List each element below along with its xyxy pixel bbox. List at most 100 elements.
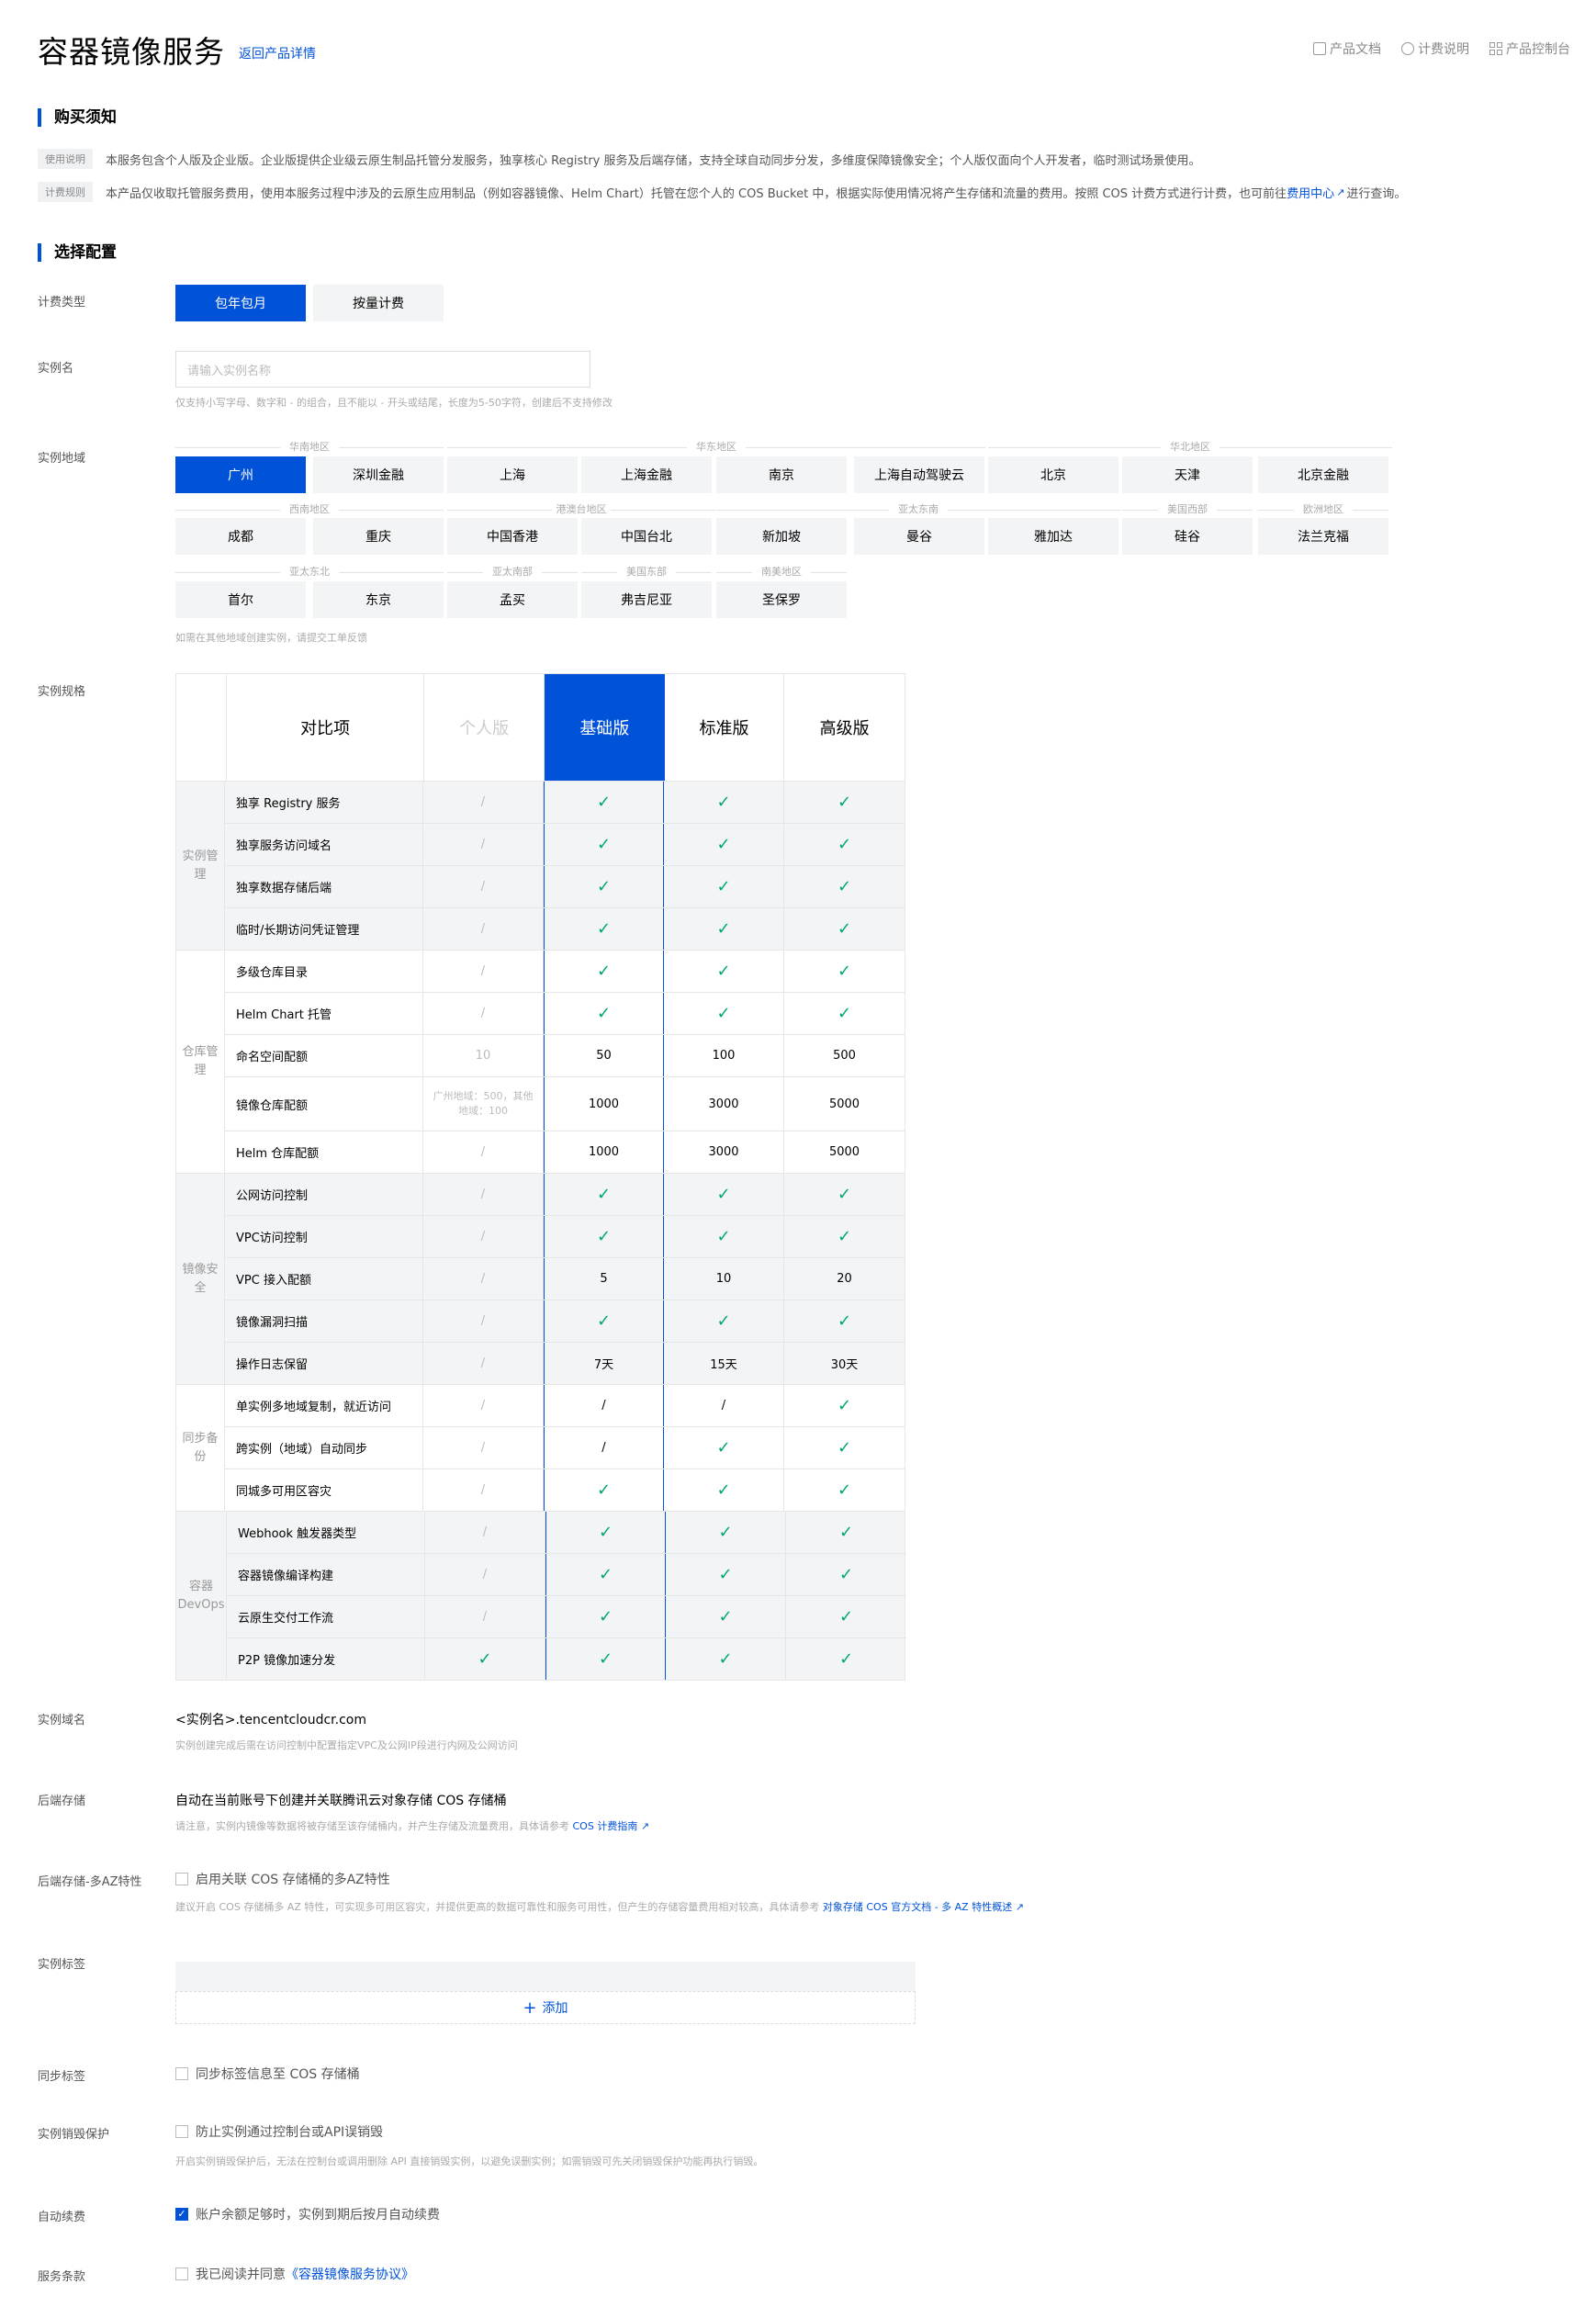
region-virginia[interactable]: 弗吉尼亚 <box>581 581 712 618</box>
region-chengdu[interactable]: 成都 <box>175 518 306 555</box>
console-link[interactable]: 产品控制台 <box>1489 39 1570 58</box>
spec-item-value: ✓ <box>837 1185 852 1204</box>
spec-table-row: Helm 仓库配额/1000 3000 5000 <box>225 1131 905 1173</box>
sync-tags-text: 同步标签信息至 COS 存储桶 <box>196 2067 360 2082</box>
billing-option-monthly[interactable]: 包年包月 <box>175 285 306 321</box>
region-shenzhen-finance[interactable]: 深圳金融 <box>313 456 444 493</box>
region-nanjing[interactable]: 南京 <box>716 456 847 493</box>
sync-tags-option[interactable]: 同步标签信息至 COS 存储桶 <box>175 2065 360 2083</box>
spec-table-row: 多级仓库目录 / ✓ ✓ ✓ <box>225 951 905 993</box>
spec-item-value: / <box>423 1174 544 1215</box>
region-guangzhou[interactable]: 广州 <box>175 456 306 493</box>
spec-item-name: 容器镜像编译构建 <box>227 1554 425 1595</box>
region-seoul[interactable]: 首尔 <box>175 581 306 618</box>
spec-item-value: ✓ <box>837 919 852 939</box>
spec-group-name: 实例管理 <box>176 782 225 950</box>
spec-table-row: VPC 接入配额/5 10 20 <box>225 1258 905 1300</box>
region-tianjin[interactable]: 天津 <box>1122 456 1253 493</box>
external-link-icon: ↗ <box>1336 186 1345 198</box>
spec-item-name: 命名空间配额 <box>225 1035 423 1076</box>
region-chongqing[interactable]: 重庆 <box>313 518 444 555</box>
header-standard[interactable]: 标准版 <box>665 674 785 781</box>
spec-item-value: ✓ <box>664 782 784 823</box>
add-tag-button[interactable]: + 添加 <box>175 1991 916 2024</box>
region-silicon-valley[interactable]: 硅谷 <box>1122 518 1253 555</box>
region-saopaulo[interactable]: 圣保罗 <box>716 581 847 618</box>
add-tag-label: 添加 <box>542 2001 568 2016</box>
region-group-useast: 美国东部 <box>581 566 712 579</box>
spec-item-value: ✓ <box>544 824 664 865</box>
terms-option[interactable]: 我已阅读并同意 《容器镜像服务协议》 <box>175 2265 414 2283</box>
terms-checkbox[interactable] <box>175 2268 188 2280</box>
multi-az-checkbox[interactable] <box>175 1873 188 1885</box>
spec-item-value: / <box>423 1343 544 1384</box>
region-group-apse: 亚太东南 <box>716 503 1120 516</box>
region-beijing[interactable]: 北京 <box>988 456 1118 493</box>
region-bangkok[interactable]: 曼谷 <box>854 518 984 555</box>
spec-group: 仓库管理 多级仓库目录 / ✓ ✓ ✓ Helm Chart 托管 / ✓ ✓ ✓ 命名空间配额 10 5… <box>176 951 905 1174</box>
auto-renew-checkbox[interactable]: ✓ <box>175 2208 188 2221</box>
spec-item-value: ✓ <box>666 1512 786 1553</box>
spec-item-value: 广州地域：500，其他地域：100 <box>423 1077 544 1131</box>
sync-tags-checkbox[interactable] <box>175 2067 188 2080</box>
spec-table-row: 镜像仓库配额 广州地域：500，其他地域：100 1000 3000 5000 <box>225 1077 905 1131</box>
spec-item-value: ✓ <box>664 993 784 1034</box>
spec-group-name: 容器 DevOps <box>176 1512 227 1680</box>
spec-item-name: 独享 Registry 服务 <box>225 782 423 823</box>
spec-item-value: ✓ <box>837 962 852 981</box>
region-group-aps: 亚太南部 <box>447 566 578 579</box>
protect-checkbox[interactable] <box>175 2125 188 2138</box>
auto-renew-option[interactable]: ✓ 账户余额足够时，实例到期后按月自动续费 <box>175 2205 440 2223</box>
header-basic[interactable]: 基础版 <box>544 674 665 781</box>
spec-item-name: 同城多可用区容灾 <box>225 1469 423 1511</box>
spec-item-name: 公网访问控制 <box>225 1174 423 1215</box>
spec-item-value: / <box>544 1385 664 1426</box>
multi-az-option[interactable]: 启用关联 COS 存储桶的多AZ特性 <box>175 1870 390 1888</box>
region-jakarta[interactable]: 雅加达 <box>988 518 1118 555</box>
spec-item-value: ✓ <box>544 993 664 1034</box>
header-premium[interactable]: 高级版 <box>784 674 905 781</box>
region-beijing-finance[interactable]: 北京金融 <box>1258 456 1388 493</box>
usage-text: 本服务包含个人版及企业版。企业版提供企业级云原生制品托管分发服务，独享核心 Re… <box>106 153 1201 168</box>
cos-billing-guide-link[interactable]: COS 计费指南 <box>573 1820 638 1832</box>
region-tokyo[interactable]: 东京 <box>313 581 444 618</box>
fee-center-link[interactable]: 费用中心 <box>1287 184 1334 201</box>
region-taipei[interactable]: 中国台北 <box>581 518 712 555</box>
region-frankfurt[interactable]: 法兰克福 <box>1258 518 1388 555</box>
cos-multi-az-doc-link[interactable]: 对象存储 COS 官方文档 - 多 AZ 特性概述 <box>823 1901 1012 1913</box>
spec-item-name: VPC访问控制 <box>225 1216 423 1257</box>
region-hongkong[interactable]: 中国香港 <box>447 518 578 555</box>
multi-az-label: 后端存储-多AZ特性 <box>38 1875 142 1889</box>
backend-hint: 请注意，实例内镜像等数据将被存储至该存储桶内，并产生存储及流量费用，具体请参考 … <box>175 1818 649 1833</box>
region-mumbai[interactable]: 孟买 <box>447 581 578 618</box>
product-docs-link[interactable]: 产品文档 <box>1313 39 1381 58</box>
spec-table-row: 同城多可用区容灾 / ✓ ✓ ✓ <box>225 1469 905 1511</box>
spec-item-value: ✓ <box>838 1523 854 1542</box>
spec-item-name: 云原生交付工作流 <box>227 1596 425 1637</box>
region-group-sa: 南美地区 <box>716 566 847 579</box>
region-singapore[interactable]: 新加坡 <box>716 518 847 555</box>
spec-item-value: / <box>423 1300 544 1342</box>
header-personal[interactable]: 个人版 <box>424 674 545 781</box>
instance-name-input[interactable]: 请输入实例名称 <box>175 351 590 388</box>
spec-item-value: ✓ <box>544 866 664 907</box>
region-shanghai-autodrive[interactable]: 上海自动驾驶云 <box>854 456 984 493</box>
region-shanghai-finance[interactable]: 上海金融 <box>581 456 712 493</box>
spec-item-value: ✓ <box>664 908 784 950</box>
protect-option[interactable]: 防止实例通过控制台或API误销毁 <box>175 2122 383 2141</box>
billing-option-payg[interactable]: 按量计费 <box>313 285 444 321</box>
spec-item-value: 15天 <box>664 1343 784 1384</box>
spec-table-row: 独享数据存储后端 / ✓ ✓ ✓ <box>225 866 905 908</box>
billing-info-link[interactable]: 计费说明 <box>1401 39 1469 58</box>
spec-item-value: 1000 <box>544 1131 664 1173</box>
spec-item-value: ✓ <box>837 1004 852 1023</box>
service-agreement-link[interactable]: 《容器镜像服务协议》 <box>286 2265 414 2283</box>
instance-name-hint: 仅支持小写字母、数字和 - 的组合，且不能以 - 开头或结尾，长度为5-50字符… <box>175 397 613 409</box>
back-to-product-link[interactable]: 返回产品详情 <box>239 44 316 62</box>
external-link-icon: ↗ <box>637 1820 650 1832</box>
region-shanghai[interactable]: 上海 <box>447 456 578 493</box>
multi-az-hint: 建议开启 COS 存储桶多 AZ 特性，可实现多可用区容灾，并提供更高的数据可靠… <box>175 1899 1024 1914</box>
spec-item-name: Helm 仓库配额 <box>225 1131 423 1173</box>
spec-table-row: 单实例多地域复制，就近访问 / / / ✓ <box>225 1385 905 1427</box>
spec-item-value: / <box>423 1258 544 1300</box>
